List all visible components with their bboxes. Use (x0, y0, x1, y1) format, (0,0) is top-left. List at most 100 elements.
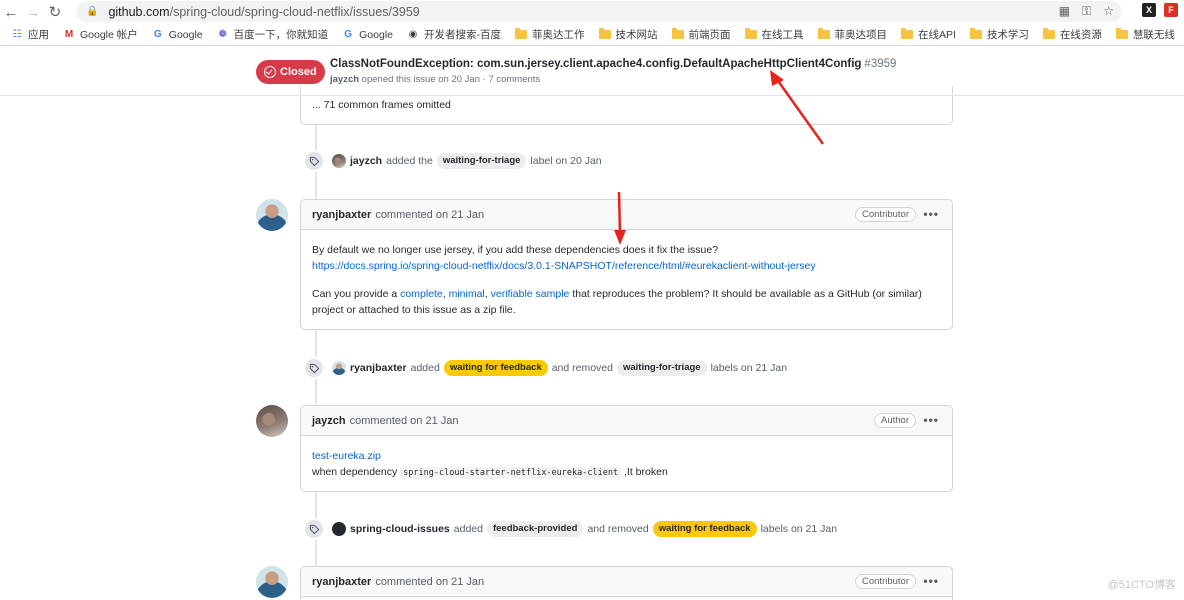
bookmarks-bar: ☷ 应用 M Google 帐户 G Google ❁ 百度一下，你就知道 G Google ◉ 开发… (0, 24, 1184, 46)
bookmark-item[interactable]: 在线API (894, 27, 963, 42)
timeline-event-labeled: jayzch added the waiting-for-triage labe… (332, 153, 602, 169)
tag-icon (303, 150, 325, 172)
bookmark-item[interactable]: 菲奥达工作 (508, 27, 592, 42)
bookmark-label: 技术学习 (986, 29, 1029, 41)
bookmark-item[interactable]: 技术学习 (963, 27, 1036, 42)
reload-icon[interactable]: ↻ (44, 1, 66, 23)
comment-header: ryanjbaxter commented on 21 Jan Contribu… (301, 567, 952, 597)
browser-toolbar: ← → ↻ 🔒 github.com/spring-cloud/spring-c… (0, 0, 1184, 24)
bookmark-label: 菲奥达工作 (532, 29, 585, 41)
folder-icon (598, 28, 611, 39)
bookmark-label: 应用 (28, 29, 49, 41)
folder-icon (1115, 28, 1128, 39)
bookmark-label: 开发者搜索-百度 (424, 29, 501, 41)
bookmark-item[interactable]: 前端页面 (665, 27, 738, 42)
attachment-link[interactable]: test-eureka.zip (312, 450, 381, 462)
label-chip[interactable]: feedback-provided (486, 521, 584, 537)
apps-grid-icon: ☷ (12, 29, 22, 40)
previous-comment-box: ... 71 common frames omitted (300, 86, 953, 125)
issue-author-link[interactable]: jayzch (330, 74, 359, 85)
avatar[interactable] (332, 361, 346, 375)
google-icon: G (153, 29, 162, 40)
comment-body: test-eureka.zip when dependency spring-c… (312, 450, 668, 479)
star-icon[interactable]: ☆ (1103, 4, 1114, 19)
label-chip[interactable]: waiting-for-triage (436, 153, 527, 169)
bookmark-item[interactable]: 菲奥达项目 (811, 27, 895, 42)
bookmark-label: 百度一下，你就知道 (233, 29, 329, 41)
key-icon[interactable]: ⚿ (1082, 4, 1091, 19)
inline-code: spring-cloud-starter-netflix-eureka-clie… (400, 467, 622, 479)
bookmark-item[interactable]: G Google (145, 29, 210, 41)
comment-header: jayzch commented on 21 Jan Author ••• (301, 406, 952, 436)
label-chip[interactable]: waiting-for-triage (616, 360, 707, 376)
complete-link[interactable]: complete (400, 288, 443, 300)
url-text: github.com/spring-cloud/spring-cloud-net… (108, 4, 420, 19)
event-actor[interactable]: ryanjbaxter (350, 362, 407, 374)
kebab-menu-icon[interactable]: ••• (923, 574, 939, 588)
comment-author[interactable]: ryanjbaxter (312, 576, 371, 588)
bookmark-label: Google (359, 28, 393, 41)
address-bar[interactable]: 🔒 github.com/spring-cloud/spring-cloud-n… (76, 1, 1122, 22)
annotation-arrow (770, 70, 825, 145)
bookmark-label: 菲奥达项目 (834, 29, 888, 41)
back-icon[interactable]: ← (0, 1, 22, 23)
tag-icon (303, 518, 325, 540)
avatar[interactable] (332, 522, 346, 536)
avatar[interactable] (332, 154, 346, 168)
avatar[interactable] (256, 566, 288, 598)
gmail-icon: M (64, 29, 74, 40)
kebab-menu-icon[interactable]: ••• (923, 207, 939, 221)
annotation-arrow (614, 191, 626, 245)
google-icon: G (344, 29, 353, 40)
bookmark-item[interactable]: 在线资源 (1036, 27, 1109, 42)
issue-meta: jayzch opened this issue on 20 Jan · 7 c… (330, 74, 541, 85)
bookmark-label: 慧联无线 (1132, 29, 1175, 41)
bookmark-item[interactable]: M Google 帐户 (56, 27, 145, 42)
role-badge: Author (874, 413, 916, 428)
comment-timestamp[interactable]: commented on 21 Jan (375, 576, 484, 588)
bookmark-item[interactable]: 技术网站 (592, 27, 665, 42)
verifiable-sample-link[interactable]: verifiable sample (491, 288, 570, 300)
forward-icon[interactable]: → (22, 1, 44, 23)
bookmark-label: 在线资源 (1059, 29, 1102, 41)
timeline-event-labeled: spring-cloud-issues added feedback-provi… (332, 521, 837, 537)
bookmark-item[interactable]: ❁ 百度一下，你就知道 (210, 27, 336, 42)
comment-author[interactable]: jayzch (312, 415, 346, 427)
lock-icon: 🔒 (86, 6, 99, 17)
bookmark-item[interactable]: ☷ 应用 (4, 27, 56, 42)
role-badge: Contributor (855, 207, 916, 222)
avatar[interactable] (256, 405, 288, 437)
comment-author[interactable]: ryanjbaxter (312, 209, 371, 221)
event-actor[interactable]: spring-cloud-issues (350, 523, 450, 535)
docs-link[interactable]: https://docs.spring.io/spring-cloud-netf… (312, 260, 816, 272)
bookmark-item[interactable]: G Google (335, 29, 400, 41)
stack-trace-tail: ... 71 common frames omitted (312, 99, 451, 111)
folder-icon (671, 28, 684, 39)
comment-timestamp[interactable]: commented on 21 Jan (350, 415, 459, 427)
avatar[interactable] (256, 199, 288, 231)
folder-icon (901, 28, 913, 39)
extension-x-icon[interactable]: X (1142, 3, 1156, 17)
bookmark-item[interactable]: ◉ 开发者搜索-百度 (400, 27, 508, 42)
role-badge: Contributor (855, 574, 916, 589)
bookmark-label: 技术网站 (615, 29, 658, 41)
watermark: @51CTO博客 (1107, 579, 1176, 591)
globe-icon: ◉ (408, 29, 418, 40)
bookmark-item[interactable]: 慧联无线 (1109, 27, 1182, 42)
label-chip[interactable]: waiting for feedback (652, 521, 757, 537)
kebab-menu-icon[interactable]: ••• (923, 413, 939, 427)
comment-timestamp[interactable]: commented on 21 Jan (375, 209, 484, 221)
comment-box: ryanjbaxter commented on 21 Jan Contribu… (300, 566, 953, 600)
issue-state-badge: Closed (256, 60, 325, 84)
minimal-link[interactable]: minimal (449, 288, 485, 300)
bookmark-label: Google 帐户 (80, 29, 138, 41)
comment-box: jayzch commented on 21 Jan Author ••• te… (300, 405, 953, 492)
folder-icon (515, 28, 527, 39)
label-chip[interactable]: waiting for feedback (443, 360, 548, 376)
qr-code-icon[interactable]: ▦ (1059, 4, 1070, 19)
bookmark-label: 在线工具 (761, 29, 804, 41)
extension-fe-icon[interactable]: F (1164, 3, 1178, 17)
event-actor[interactable]: jayzch (350, 155, 382, 167)
bookmark-label: 在线API (918, 29, 956, 41)
bookmark-item[interactable]: 在线工具 (738, 27, 811, 42)
